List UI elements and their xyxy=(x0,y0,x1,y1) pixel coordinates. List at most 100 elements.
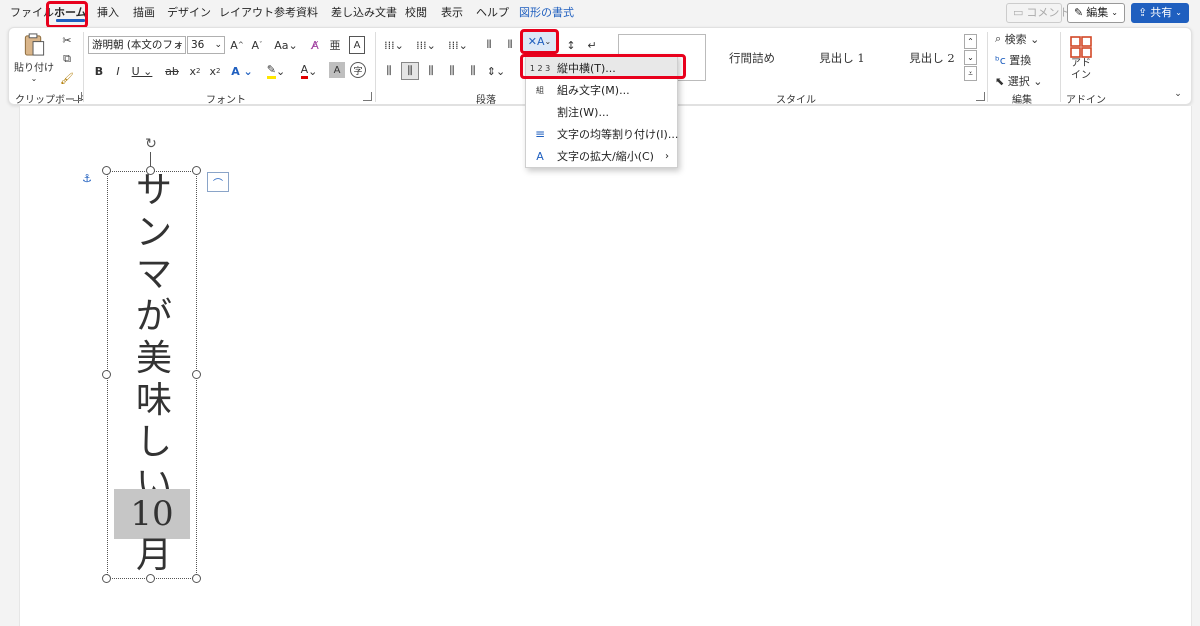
font-size-combo[interactable]: 36 ⌄ xyxy=(187,36,225,54)
font-size-value: 36 xyxy=(191,39,205,51)
paragraph-group-label: 段落 xyxy=(476,95,496,106)
resize-handle[interactable] xyxy=(102,166,111,175)
menu-item-distribute[interactable]: ≡ 文字の均等割り付け(I)... xyxy=(526,123,679,145)
font-color-icon[interactable]: A ⌄ xyxy=(296,62,322,80)
resize-handle[interactable] xyxy=(192,370,201,379)
chevron-down-icon: ⌄ xyxy=(544,37,552,46)
font-name-value: 游明朝 (本文のフォン xyxy=(92,39,186,51)
editing-mode-button[interactable]: ✎ 編集 ⌄ xyxy=(1067,3,1125,23)
selected-tcy-text[interactable]: 10 xyxy=(114,489,190,539)
divider xyxy=(83,32,84,102)
addin-group-label: アドイン xyxy=(1066,95,1106,106)
anchor-icon: ⚓ xyxy=(82,171,92,185)
resize-handle[interactable] xyxy=(192,574,201,583)
gallery-more-icon[interactable]: ⩡ xyxy=(964,66,977,81)
bullets-icon[interactable]: ⁞⁞⁞⌄ xyxy=(381,36,407,54)
tab-mailings[interactable]: 差し込み文書 xyxy=(331,0,397,26)
format-painter-icon[interactable]: 🖌 xyxy=(59,70,75,86)
align-center-icon[interactable]: ⫼ xyxy=(401,62,419,80)
sort-icon[interactable]: ↕ xyxy=(563,36,579,54)
tab-design[interactable]: デザイン xyxy=(167,0,211,26)
style-item-label: 見出し 2 xyxy=(909,50,955,65)
tab-help[interactable]: ヘルプ xyxy=(476,0,509,26)
superscript-icon[interactable]: x2 xyxy=(207,62,223,80)
increase-indent-icon[interactable]: ⫴ xyxy=(501,36,519,54)
layout-options-icon[interactable]: ⌒ xyxy=(207,172,229,192)
clear-format-icon[interactable]: A̸ xyxy=(307,36,323,54)
line-spacing-icon[interactable]: ⇕⌄ xyxy=(485,62,507,80)
text-char: サ xyxy=(135,170,172,211)
decrease-indent-icon[interactable]: ⫴ xyxy=(480,36,498,54)
gallery-down-icon[interactable]: ⌄ xyxy=(964,50,977,65)
replace-icon: ᵇc xyxy=(995,53,1006,67)
clipboard-launcher-icon[interactable] xyxy=(73,92,82,101)
tab-draw[interactable]: 描画 xyxy=(133,0,155,26)
find-button[interactable]: ⌕ 検索 ⌄ xyxy=(995,31,1051,47)
collapse-ribbon-icon[interactable]: ⌄ xyxy=(1171,88,1185,100)
multilevel-list-icon[interactable]: ⁞⁞⁞⌄ xyxy=(445,36,471,54)
menu-item-char-scale[interactable]: A 文字の拡大/縮小(C) › xyxy=(526,145,677,167)
pencil-icon: ✎ xyxy=(1074,6,1084,19)
text-effects-icon[interactable]: A ⌄ xyxy=(229,62,255,80)
replace-label: 置換 xyxy=(1009,54,1032,67)
share-icon: ⇪ xyxy=(1138,6,1148,19)
style-item-heading1[interactable]: 見出し 1 xyxy=(798,34,886,81)
addin-button[interactable]: アド イン xyxy=(1066,31,1096,87)
enclose-char-icon[interactable]: 字 xyxy=(350,62,366,78)
replace-button[interactable]: ᵇc 置換 xyxy=(995,52,1051,68)
tab-layout[interactable]: レイアウト xyxy=(219,0,274,26)
show-marks-icon[interactable]: ↵ xyxy=(584,36,600,54)
menu-item-warichu[interactable]: 割注(W)... xyxy=(526,101,677,123)
menu-item-label: 文字の拡大/縮小(C) xyxy=(557,150,654,163)
share-button[interactable]: ⇪ 共有 ⌄ xyxy=(1131,3,1189,23)
distribute-icon[interactable]: ⫼ xyxy=(465,62,481,80)
menu-item-label: 文字の均等割り付け(I)... xyxy=(557,128,679,141)
resize-handle[interactable] xyxy=(102,574,111,583)
styles-launcher-icon[interactable] xyxy=(976,92,985,101)
highlight-color-icon[interactable]: ✎ ⌄ xyxy=(263,62,289,80)
style-item-no-spacing[interactable]: 行間詰め xyxy=(708,34,796,81)
tab-view[interactable]: 表示 xyxy=(441,0,463,26)
cut-icon[interactable]: ✂ xyxy=(59,32,75,48)
copy-icon[interactable]: ⧉ xyxy=(59,51,75,67)
strikethrough-icon[interactable]: ab xyxy=(163,62,181,80)
menu-item-kumimoji[interactable]: 組 組み文字(M)... xyxy=(526,79,677,101)
gallery-up-icon[interactable]: ⌃ xyxy=(964,34,977,49)
char-shading-icon[interactable]: A xyxy=(329,62,345,78)
char-border-icon[interactable]: A xyxy=(349,36,365,54)
paste-button[interactable]: 貼り付け ⌄ xyxy=(14,32,54,83)
tab-review[interactable]: 校閲 xyxy=(405,0,427,26)
font-launcher-icon[interactable] xyxy=(363,92,372,101)
numbering-icon[interactable]: ⁞⁞⁞⌄ xyxy=(413,36,439,54)
subscript-icon[interactable]: x2 xyxy=(187,62,203,80)
style-item-heading2[interactable]: 見出し 2 xyxy=(888,34,976,81)
vertical-text: サ ン マ が 美 味 し い xyxy=(134,172,174,508)
styles-group-label: スタイル xyxy=(776,95,816,106)
italic-icon[interactable]: I xyxy=(111,62,125,80)
shrink-font-icon[interactable]: Aˇ xyxy=(249,36,265,54)
underline-icon[interactable]: U ⌄ xyxy=(131,62,153,80)
align-top-icon[interactable]: ⫼ xyxy=(381,62,397,80)
text-char: 月 xyxy=(135,538,172,576)
tab-references[interactable]: 参考資料 xyxy=(274,0,318,26)
addin-button-label: アド イン xyxy=(1071,58,1091,81)
chevron-down-icon: ⌄ xyxy=(1111,8,1118,17)
justify-icon[interactable]: ⫼ xyxy=(444,62,460,80)
distribute-icon: ≡ xyxy=(534,127,546,141)
comment-button[interactable]: ▭ コメント xyxy=(1006,3,1070,23)
bold-icon[interactable]: B xyxy=(92,62,106,80)
align-bottom-icon[interactable]: ⫼ xyxy=(423,62,439,80)
grow-font-icon[interactable]: A ^ xyxy=(229,36,245,54)
tab-insert[interactable]: 挿入 xyxy=(97,0,119,26)
resize-handle[interactable] xyxy=(192,166,201,175)
rotate-handle-icon[interactable]: ↻ xyxy=(143,136,159,152)
phonetic-guide-icon[interactable]: 亜 xyxy=(327,36,343,54)
tab-shape-format[interactable]: 図形の書式 xyxy=(519,0,574,26)
font-name-combo[interactable]: 游明朝 (本文のフォン ⌄ xyxy=(88,36,186,54)
change-case-icon[interactable]: Aa⌄ xyxy=(272,36,300,54)
asian-layout-button[interactable]: ✕A ⌄ xyxy=(520,29,559,54)
resize-handle[interactable] xyxy=(102,370,111,379)
font-group-label: フォント xyxy=(206,95,246,106)
select-label: 選択 xyxy=(1007,75,1030,88)
select-button[interactable]: ⬉ 選択 ⌄ xyxy=(995,73,1051,89)
